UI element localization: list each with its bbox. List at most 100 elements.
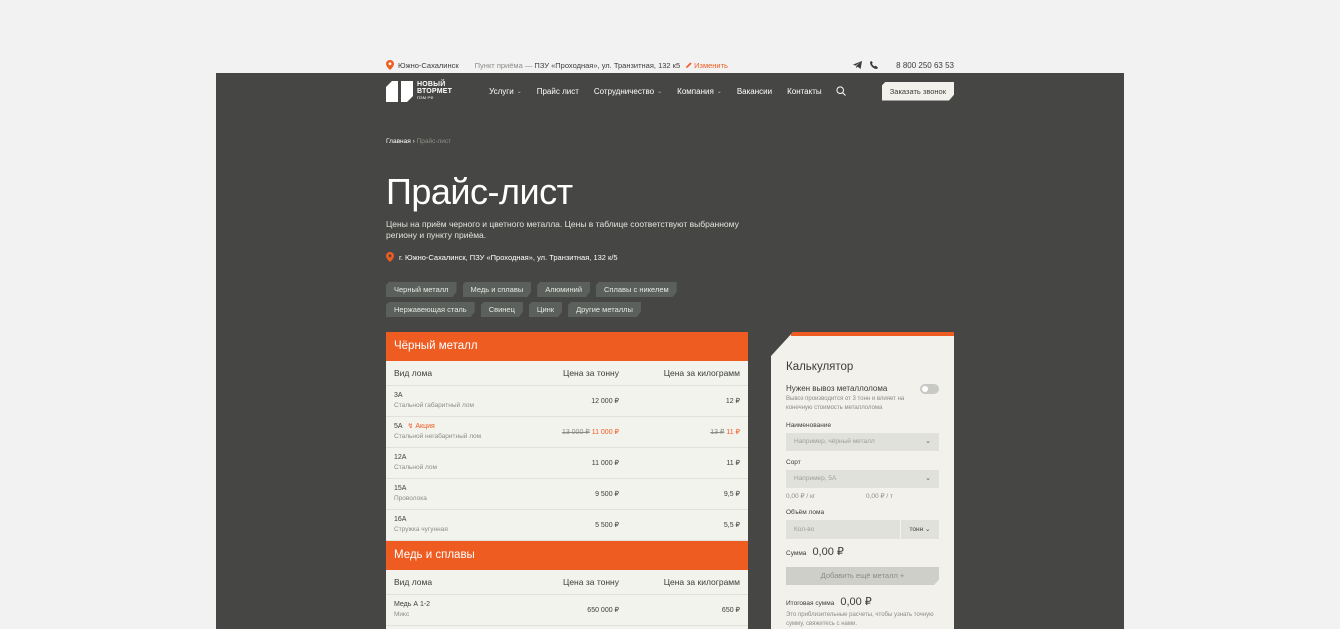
phone-icon[interactable] [870, 61, 879, 69]
calculator-title: Калькулятор [786, 361, 854, 373]
change-label: Изменить [694, 60, 728, 70]
col-kg: Цена за килограмм [663, 577, 740, 587]
fire-icon: ↯ [407, 423, 414, 430]
add-metal-button[interactable]: Добавить ещё металл + [786, 567, 939, 585]
breadcrumb: Главная › Прайс-лист [386, 138, 451, 145]
col-kg: Цена за килограмм [663, 368, 740, 378]
logo-text: НОВЫЙ ВТОРМЕТ ПЗМ РФ [417, 81, 452, 101]
promo-badge: ↯ Акция [408, 423, 435, 430]
price-per-kg: 0,00 ₽ / кг [786, 493, 816, 500]
row-name: Микс [394, 611, 410, 618]
total-row: Итоговая сумма 0,00 ₽ [786, 595, 872, 608]
chevron-down-icon: ⌄ [516, 88, 522, 95]
removal-label: Нужен вывоз металлолома [786, 384, 888, 393]
removal-toggle[interactable] [920, 384, 939, 394]
chip-lead[interactable]: Свинец [481, 302, 523, 317]
calculator-panel: Калькулятор Нужен вывоз металлолома Выво… [771, 332, 954, 629]
row-ton-price: 5 500 ₽ [595, 522, 619, 529]
removal-row: Нужен вывоз металлолома [786, 384, 939, 394]
category-filter: Черный металл Медь и сплавы Алюминий Спл… [386, 282, 686, 317]
chip-nickel[interactable]: Сплавы с никелем [596, 282, 677, 297]
nav-item-cooperation[interactable]: Сотрудничество ⌄ [594, 87, 662, 96]
row-name: Стальной негабаритный лом [394, 433, 482, 440]
unit-value: тонн [909, 526, 924, 533]
logo-line1: НОВЫЙ [417, 81, 446, 88]
row-ton-price: 650 000 ₽ [587, 607, 619, 614]
row-name: Стружка чугунная [394, 526, 448, 533]
nav-item-services[interactable]: Услуги ⌄ [489, 87, 522, 96]
nav-item-label: Компания [677, 86, 714, 96]
chip-other[interactable]: Другие металлы [568, 302, 641, 317]
row-name: Стальной габаритный лом [394, 402, 474, 409]
section-heading: Медь и сплавы [386, 541, 748, 570]
table-row: 16А Стружка чугунная 5 500 ₽ 5,5 ₽ [386, 510, 748, 541]
section-heading: Чёрный металл [386, 332, 748, 361]
chevron-down-icon: ⌄ [925, 438, 931, 445]
name-label: Наименование [786, 422, 832, 429]
grade-label: Сорт [786, 459, 801, 466]
city-name: Южно-Сахалинск [398, 60, 459, 70]
table-row: 15А Проволока 9 500 ₽ 9,5 ₽ [386, 479, 748, 510]
nav-item-pricelist[interactable]: Прайс лист [537, 87, 579, 96]
row-ton-old-price: 13 000 ₽ [561, 429, 590, 436]
column-headers: Вид лома Цена за тонну Цена за килограмм [386, 570, 748, 595]
logo-line3: ПЗМ РФ [417, 95, 434, 100]
row-ton-price: 11 000 ₽ [591, 460, 619, 467]
row-code: 15А [394, 485, 407, 492]
row-code: Медь А 1-2 [394, 601, 431, 608]
city-selector[interactable]: Южно-Сахалинск [386, 60, 459, 70]
breadcrumb-current: Прайс-лист [416, 138, 452, 145]
name-select[interactable]: Например, чёрный металл ⌄ [786, 433, 939, 451]
row-ton-price: 9 500 ₽ [595, 491, 619, 498]
row-code: 12А [394, 454, 407, 461]
logo-mark-icon [386, 80, 413, 102]
volume-field: Кол-во тонн ⌄ [786, 520, 939, 539]
pencil-icon [686, 62, 692, 68]
chevron-down-icon: ⌄ [716, 88, 722, 95]
table-row: Медь А 1-2 Микс 650 000 ₽ 650 ₽ [386, 595, 748, 626]
price-table: Чёрный металл Вид лома Цена за тонну Цен… [386, 332, 748, 629]
pickup-point: Пункт приёма — ПЗУ «Проходная», ул. Тран… [475, 61, 680, 70]
breadcrumb-separator: › [412, 138, 415, 145]
removal-note: Вывоз производится от 3 тонн и влияет на… [786, 396, 905, 411]
unit-select[interactable]: тонн ⌄ [900, 520, 939, 539]
page-title: Прайс-лист [386, 171, 573, 212]
volume-input[interactable]: Кол-во [786, 520, 900, 539]
phone-number[interactable]: 8 800 250 63 53 [896, 61, 954, 70]
chip-ferrous[interactable]: Черный металл [386, 282, 457, 297]
name-placeholder: Например, чёрный металл [794, 438, 875, 445]
nav-item-contacts[interactable]: Контакты [787, 87, 822, 96]
nav-item-label: Вакансии [736, 86, 773, 96]
row-code: 16А [394, 516, 407, 523]
price-per-ton: 0,00 ₽ / т [866, 493, 893, 500]
calculator-accent-bar [791, 332, 954, 336]
grade-select[interactable]: Например, 5А ⌄ [786, 470, 939, 488]
sum-row: Сумма 0,00 ₽ [786, 545, 844, 558]
callback-button[interactable]: Заказать звонок [882, 82, 954, 101]
total-note: Это приблизительные расчеты, чтобы узнат… [786, 612, 934, 627]
change-link[interactable]: Изменить [686, 61, 728, 70]
table-row: 12А Стальной лом 11 000 ₽ 11 ₽ [386, 448, 748, 479]
row-kg-price: 12 ₽ [725, 398, 740, 405]
chevron-down-icon: ⌄ [925, 526, 931, 533]
col-ton: Цена за тонну [563, 577, 619, 587]
telegram-icon[interactable] [853, 61, 863, 69]
breadcrumb-home[interactable]: Главная [386, 138, 411, 145]
nav-item-company[interactable]: Компания ⌄ [677, 87, 722, 96]
location-pin-icon [386, 60, 394, 70]
table-row: 5А ↯ Акция Стальной негабаритный лом 13 0… [386, 417, 748, 448]
search-icon[interactable] [836, 86, 846, 96]
nav-item-label: Сотрудничество [593, 86, 655, 96]
address: г. Южно-Сахалинск, ПЗУ «Проходная», ул. … [386, 252, 618, 262]
column-headers: Вид лома Цена за тонну Цена за килограмм [386, 361, 748, 386]
chip-copper[interactable]: Медь и сплавы [463, 282, 532, 297]
logo[interactable]: НОВЫЙ ВТОРМЕТ ПЗМ РФ [386, 80, 452, 102]
chip-stainless[interactable]: Нержавеющая сталь [386, 302, 475, 317]
grade-placeholder: Например, 5А [794, 475, 837, 482]
chip-aluminium[interactable]: Алюминий [537, 282, 590, 297]
nav-item-vacancies[interactable]: Вакансии [737, 87, 772, 96]
logo-line2: ВТОРМЕТ [417, 88, 453, 95]
chip-zinc[interactable]: Цинк [529, 302, 562, 317]
nav-item-label: Прайс лист [536, 86, 579, 96]
location-pin-icon [386, 252, 394, 262]
